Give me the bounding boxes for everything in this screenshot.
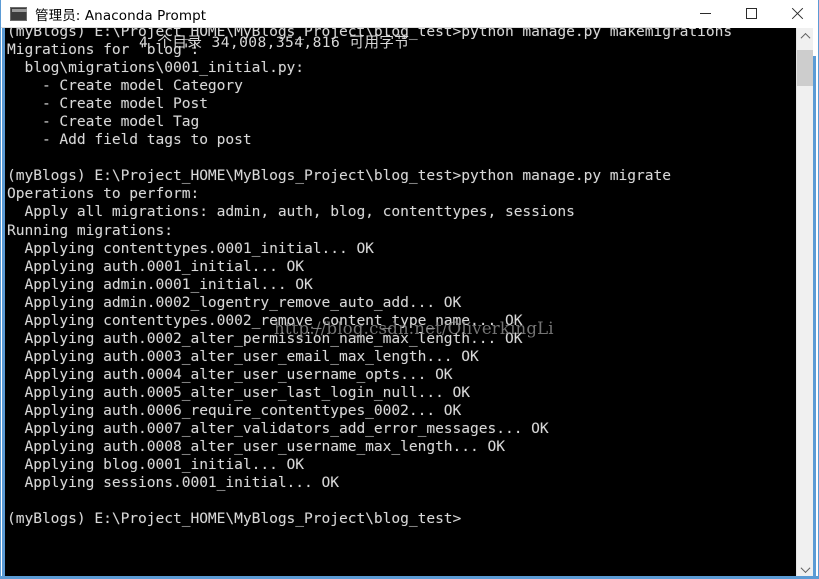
minimize-button[interactable]: [682, 0, 728, 28]
console-output-text: (myBlogs) E:\Project_HOME\MyBlogs_Projec…: [7, 28, 733, 528]
title-bar[interactable]: 管理员: Anaconda Prompt: [1, 0, 818, 28]
title-bar-left: 管理员: Anaconda Prompt: [1, 4, 682, 24]
window-controls: [682, 0, 818, 28]
close-icon: [791, 7, 804, 20]
close-button[interactable]: [774, 0, 818, 28]
scroll-up-button[interactable]: [797, 28, 813, 45]
chevron-down-icon: [800, 563, 810, 574]
window-title: 管理员: Anaconda Prompt: [35, 7, 207, 24]
maximize-icon: [745, 8, 757, 19]
window-bottom-border: [1, 576, 818, 578]
console-icon: [10, 6, 27, 21]
scrollbar-thumb[interactable]: [797, 50, 813, 86]
maximize-button[interactable]: [728, 0, 774, 28]
window-right-border: [813, 56, 816, 578]
console-window: 管理员: Anaconda Prompt 4 个目录 34,008,354,81…: [0, 0, 819, 579]
chevron-up-icon: [800, 32, 810, 43]
console-area: 4 个目录 34,008,354,816 可用字节 (myBlogs) E:\P…: [2, 28, 818, 578]
console-screen[interactable]: 4 个目录 34,008,354,816 可用字节 (myBlogs) E:\P…: [5, 28, 796, 578]
minimize-icon: [699, 13, 711, 14]
vertical-scrollbar[interactable]: [796, 28, 813, 578]
